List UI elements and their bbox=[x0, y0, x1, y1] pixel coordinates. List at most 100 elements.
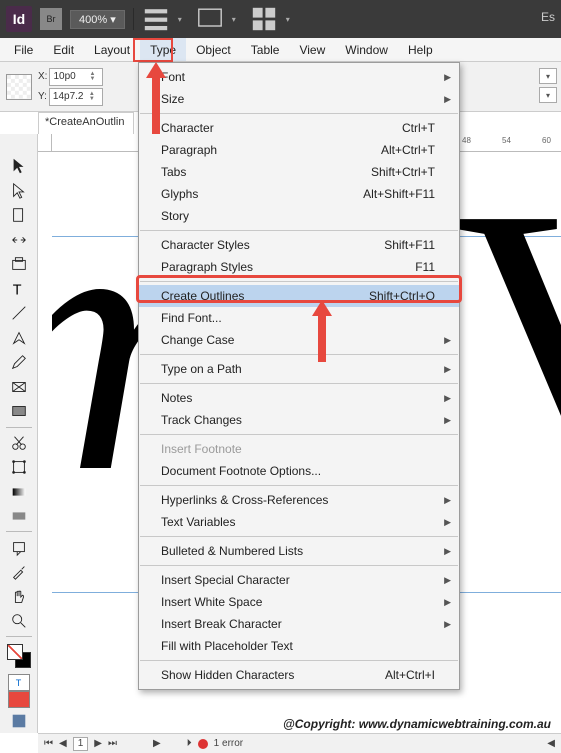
preflight-menu-icon[interactable]: ⏵ bbox=[187, 738, 192, 749]
pencil-tool[interactable] bbox=[4, 350, 34, 375]
page-number-field[interactable]: 1 bbox=[73, 737, 89, 751]
gap-tool[interactable] bbox=[4, 228, 34, 253]
menu-item-document-footnote-options[interactable]: Document Footnote Options... bbox=[139, 460, 459, 482]
screen-mode-normal-icon[interactable] bbox=[4, 708, 34, 733]
menu-item-find-font[interactable]: Find Font... bbox=[139, 307, 459, 329]
menu-file[interactable]: File bbox=[4, 38, 43, 61]
eyedropper-tool[interactable] bbox=[4, 560, 34, 585]
menu-item-paragraph-styles[interactable]: Paragraph StylesF11 bbox=[139, 256, 459, 278]
rectangle-frame-tool[interactable] bbox=[4, 375, 34, 400]
nav-first-icon[interactable]: ⏮ bbox=[44, 738, 53, 749]
formatting-container-icon[interactable]: T bbox=[8, 674, 30, 691]
menu-item-size[interactable]: Size▶ bbox=[139, 88, 459, 110]
menu-item-type-on-a-path[interactable]: Type on a Path▶ bbox=[139, 358, 459, 380]
page-tool[interactable] bbox=[4, 203, 34, 228]
x-label: X: bbox=[38, 71, 47, 82]
menu-help[interactable]: Help bbox=[398, 38, 443, 61]
menu-table[interactable]: Table bbox=[241, 38, 290, 61]
menu-layout[interactable]: Layout bbox=[84, 38, 140, 61]
toolbox: T T bbox=[0, 134, 38, 733]
document-tab[interactable]: *CreateAnOutlin bbox=[38, 112, 134, 134]
scissors-tool[interactable] bbox=[4, 430, 34, 455]
error-indicator-icon[interactable] bbox=[198, 739, 208, 749]
arrange-icon[interactable] bbox=[250, 8, 278, 30]
y-label: Y: bbox=[38, 91, 47, 102]
menu-separator bbox=[140, 536, 458, 537]
menu-object[interactable]: Object bbox=[186, 38, 241, 61]
menu-item-insert-white-space[interactable]: Insert White Space▶ bbox=[139, 591, 459, 613]
scroll-left-icon[interactable]: ◀ bbox=[547, 738, 555, 749]
free-transform-tool[interactable] bbox=[4, 455, 34, 480]
menu-item-story[interactable]: Story bbox=[139, 205, 459, 227]
submenu-arrow-icon: ▶ bbox=[444, 364, 451, 375]
apply-color-icon[interactable] bbox=[8, 691, 30, 708]
menu-separator bbox=[140, 383, 458, 384]
menu-separator bbox=[140, 113, 458, 114]
content-collector-tool[interactable] bbox=[4, 252, 34, 277]
direct-selection-tool[interactable] bbox=[4, 179, 34, 204]
line-tool[interactable] bbox=[4, 301, 34, 326]
menu-type[interactable]: Type bbox=[140, 38, 186, 61]
menu-item-character[interactable]: CharacterCtrl+T bbox=[139, 117, 459, 139]
submenu-arrow-icon: ▶ bbox=[444, 517, 451, 528]
submenu-arrow-icon: ▶ bbox=[444, 495, 451, 506]
menu-item-show-hidden-characters[interactable]: Show Hidden CharactersAlt+Ctrl+I bbox=[139, 664, 459, 686]
menu-item-notes[interactable]: Notes▶ bbox=[139, 387, 459, 409]
gradient-feather-tool[interactable] bbox=[4, 504, 34, 529]
menu-separator bbox=[140, 565, 458, 566]
menu-view[interactable]: View bbox=[289, 38, 335, 61]
menu-item-character-styles[interactable]: Character StylesShift+F11 bbox=[139, 234, 459, 256]
submenu-arrow-icon: ▶ bbox=[444, 94, 451, 105]
menu-item-tabs[interactable]: TabsShift+Ctrl+T bbox=[139, 161, 459, 183]
menu-item-change-case[interactable]: Change Case▶ bbox=[139, 329, 459, 351]
menu-item-bulleted-numbered-lists[interactable]: Bulleted & Numbered Lists▶ bbox=[139, 540, 459, 562]
nav-last-icon[interactable]: ⏭ bbox=[108, 738, 117, 749]
menu-separator bbox=[140, 485, 458, 486]
menu-item-font[interactable]: Font▶ bbox=[139, 66, 459, 88]
menu-item-glyphs[interactable]: GlyphsAlt+Shift+F11 bbox=[139, 183, 459, 205]
zoom-level[interactable]: 400% ▾ bbox=[70, 10, 125, 29]
reference-point-grid[interactable] bbox=[6, 74, 32, 100]
note-tool[interactable] bbox=[4, 535, 34, 560]
menu-separator bbox=[140, 434, 458, 435]
type-menu-dropdown: Font▶Size▶ CharacterCtrl+TParagraphAlt+Ct… bbox=[138, 62, 460, 690]
selection-tool[interactable] bbox=[4, 154, 34, 179]
gradient-swatch-tool[interactable] bbox=[4, 479, 34, 504]
menu-item-create-outlines[interactable]: Create OutlinesShift+Ctrl+O bbox=[139, 285, 459, 307]
rectangle-tool[interactable] bbox=[4, 399, 34, 424]
x-field[interactable]: 10p0▲▼ bbox=[49, 68, 103, 86]
submenu-arrow-icon: ▶ bbox=[444, 393, 451, 404]
zoom-tool[interactable] bbox=[4, 609, 34, 634]
y-field[interactable]: 14p7.2▲▼ bbox=[49, 88, 103, 106]
status-bar: ⏮ ◀ 1 ▶ ⏭ ▶ ⏵ 1 error ◀ bbox=[38, 733, 561, 753]
hand-tool[interactable] bbox=[4, 584, 34, 609]
svg-text:T: T bbox=[12, 282, 21, 298]
menu-bar: File Edit Layout Type Object Table View … bbox=[0, 38, 561, 62]
menu-window[interactable]: Window bbox=[335, 38, 398, 61]
bridge-icon[interactable]: Br bbox=[40, 8, 62, 30]
screen-mode-icon[interactable] bbox=[196, 8, 224, 30]
menu-item-fill-with-placeholder-text[interactable]: Fill with Placeholder Text bbox=[139, 635, 459, 657]
control-dropdown-1[interactable]: ▾ bbox=[539, 68, 557, 84]
pen-tool[interactable] bbox=[4, 326, 34, 351]
menu-item-track-changes[interactable]: Track Changes▶ bbox=[139, 409, 459, 431]
workspace-label[interactable]: Es bbox=[541, 10, 555, 24]
menu-item-insert-break-character[interactable]: Insert Break Character▶ bbox=[139, 613, 459, 635]
menu-item-text-variables[interactable]: Text Variables▶ bbox=[139, 511, 459, 533]
control-dropdown-2[interactable]: ▾ bbox=[539, 87, 557, 103]
menu-item-hyperlinks-cross-references[interactable]: Hyperlinks & Cross-References▶ bbox=[139, 489, 459, 511]
view-options-icon[interactable] bbox=[142, 8, 170, 30]
nav-prev-icon[interactable]: ◀ bbox=[59, 738, 67, 749]
type-tool[interactable]: T bbox=[4, 277, 34, 302]
menu-separator bbox=[140, 230, 458, 231]
submenu-arrow-icon: ▶ bbox=[444, 415, 451, 426]
ruler-origin[interactable] bbox=[38, 134, 52, 152]
nav-next-icon[interactable]: ▶ bbox=[94, 738, 102, 749]
menu-item-insert-special-character[interactable]: Insert Special Character▶ bbox=[139, 569, 459, 591]
menu-separator bbox=[140, 354, 458, 355]
error-count[interactable]: 1 error bbox=[214, 738, 243, 749]
menu-edit[interactable]: Edit bbox=[43, 38, 84, 61]
glyph-v: V bbox=[452, 152, 561, 559]
fill-stroke-swatches[interactable] bbox=[7, 644, 31, 668]
menu-item-paragraph[interactable]: ParagraphAlt+Ctrl+T bbox=[139, 139, 459, 161]
